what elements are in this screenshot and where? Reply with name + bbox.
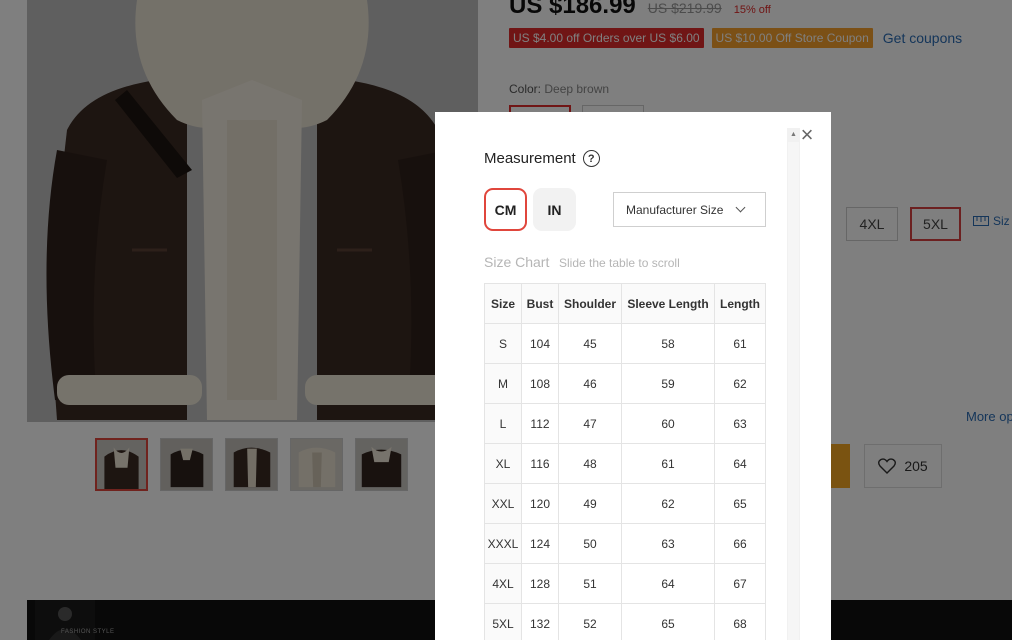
- size-type-value: Manufacturer Size: [626, 202, 724, 217]
- chevron-down-icon: [735, 202, 746, 213]
- table-row: L 112 47 60 63: [484, 403, 766, 444]
- cell-length: 62: [714, 363, 766, 404]
- size-chart-hint: Slide the table to scroll: [559, 256, 680, 270]
- cell-length: 64: [714, 443, 766, 484]
- table-row: XL 116 48 61 64: [484, 443, 766, 484]
- cell-shoulder: 48: [558, 443, 622, 484]
- header-length: Length: [714, 283, 766, 324]
- cell-size: 5XL: [484, 603, 522, 640]
- header-shoulder: Shoulder: [558, 283, 622, 324]
- cell-shoulder: 49: [558, 483, 622, 524]
- cell-bust: 128: [521, 563, 559, 604]
- cell-bust: 112: [521, 403, 559, 444]
- cell-sleeve-length: 61: [621, 443, 715, 484]
- cell-shoulder: 47: [558, 403, 622, 444]
- table-row: XXXL 124 50 63 66: [484, 523, 766, 564]
- cell-shoulder: 50: [558, 523, 622, 564]
- header-size: Size: [484, 283, 522, 324]
- cell-shoulder: 45: [558, 323, 622, 364]
- scroll-thumb[interactable]: [788, 142, 799, 640]
- measurement-title: Measurement: [484, 150, 576, 167]
- cell-sleeve-length: 60: [621, 403, 715, 444]
- table-row: 4XL 128 51 64 67: [484, 563, 766, 604]
- cell-bust: 104: [521, 323, 559, 364]
- help-icon[interactable]: ?: [582, 150, 600, 167]
- header-sleeve-length: Sleeve Length: [621, 283, 715, 324]
- modal-scrollbar[interactable]: ▲: [787, 128, 800, 640]
- cell-size: XXXL: [484, 523, 522, 564]
- cell-length: 61: [714, 323, 766, 364]
- cell-length: 63: [714, 403, 766, 444]
- cell-shoulder: 52: [558, 603, 622, 640]
- cell-sleeve-length: 65: [621, 603, 715, 640]
- cell-length: 66: [714, 523, 766, 564]
- size-type-select[interactable]: Manufacturer Size: [613, 192, 766, 227]
- unit-in-button[interactable]: IN: [533, 188, 576, 231]
- cell-size: M: [484, 363, 522, 404]
- close-icon[interactable]: ×: [798, 124, 816, 146]
- cell-bust: 108: [521, 363, 559, 404]
- cell-sleeve-length: 58: [621, 323, 715, 364]
- cell-bust: 120: [521, 483, 559, 524]
- unit-cm-button[interactable]: CM: [484, 188, 527, 231]
- cell-size: L: [484, 403, 522, 444]
- size-chart-table[interactable]: Size Bust Shoulder Sleeve Length Length …: [484, 283, 766, 640]
- cell-sleeve-length: 64: [621, 563, 715, 604]
- cell-bust: 116: [521, 443, 559, 484]
- table-row: 5XL 132 52 65 68: [484, 603, 766, 640]
- cell-shoulder: 46: [558, 363, 622, 404]
- cell-bust: 132: [521, 603, 559, 640]
- table-header-row: Size Bust Shoulder Sleeve Length Length: [484, 283, 766, 324]
- cell-size: XL: [484, 443, 522, 484]
- cell-length: 67: [714, 563, 766, 604]
- table-row: S 104 45 58 61: [484, 323, 766, 364]
- cell-length: 65: [714, 483, 766, 524]
- size-chart-modal: ▲ × Measurement ? CM IN Manufacturer Siz…: [435, 112, 831, 640]
- table-row: M 108 46 59 62: [484, 363, 766, 404]
- cell-size: S: [484, 323, 522, 364]
- cell-sleeve-length: 62: [621, 483, 715, 524]
- header-bust: Bust: [521, 283, 559, 324]
- cell-sleeve-length: 59: [621, 363, 715, 404]
- cell-sleeve-length: 63: [621, 523, 715, 564]
- cell-size: XXL: [484, 483, 522, 524]
- cell-length: 68: [714, 603, 766, 640]
- cell-shoulder: 51: [558, 563, 622, 604]
- cell-bust: 124: [521, 523, 559, 564]
- cell-size: 4XL: [484, 563, 522, 604]
- table-row: XXL 120 49 62 65: [484, 483, 766, 524]
- size-chart-title: Size Chart: [484, 254, 550, 270]
- measurement-heading: Measurement ?: [484, 150, 600, 167]
